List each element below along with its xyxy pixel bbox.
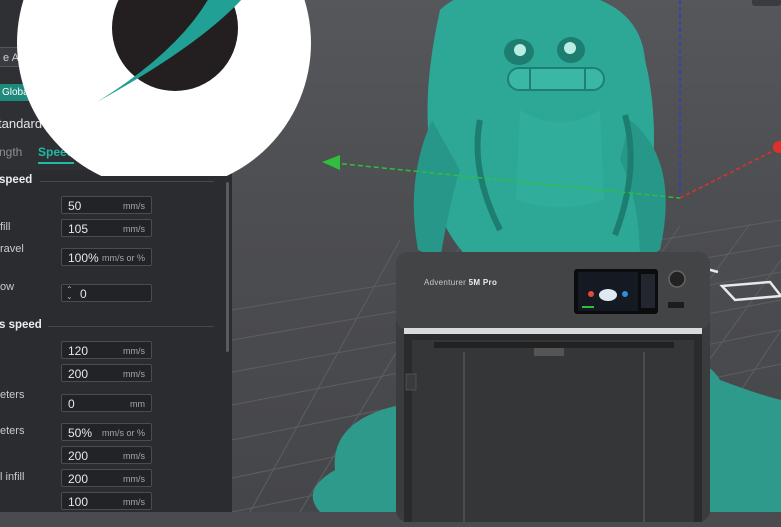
axis-arrow-icon[interactable] (322, 155, 340, 170)
field-unit: mm/s or % (101, 428, 145, 438)
speed-field-internal-solid-infill[interactable]: 200 mm/s (61, 469, 152, 487)
field-unit: mm/s (123, 224, 145, 234)
speed-field-sparse-infill[interactable]: 200 mm/s (61, 446, 152, 464)
row-label-travel: ravel (0, 243, 24, 255)
field-unit: mm/s (123, 474, 145, 484)
field-value: 0 (68, 397, 75, 411)
field-value: 0 (80, 287, 87, 301)
field-value: 200 (68, 472, 89, 486)
printer-name-prefix: Adventurer (424, 278, 467, 287)
panel-scrollbar[interactable] (226, 182, 229, 352)
speed-field-initial-travel[interactable]: 100% mm/s or % (61, 248, 152, 266)
printer-name-suffix: 5M Pro (468, 278, 498, 287)
field-value: 100 (68, 495, 89, 509)
touchscreen-icon (574, 269, 658, 314)
power-knob-icon (668, 270, 686, 288)
speed-field-outer-wall[interactable]: 120 mm/s (61, 341, 152, 359)
brand-logo-icon (15, 0, 313, 190)
field-value: 105 (68, 222, 89, 236)
speed-field-first-layer-infill[interactable]: 105 mm/s (61, 219, 152, 237)
row-label-perimeters: eters (0, 389, 25, 401)
x-axis-line (679, 147, 780, 199)
field-unit: mm/s (123, 451, 145, 461)
field-value: 120 (68, 344, 89, 358)
row-label-solid-infill: l infill (0, 471, 25, 483)
section-divider (40, 181, 214, 182)
speed-field-small-perimeters-threshold[interactable]: 0 mm (61, 394, 152, 412)
spin-arrows-icon[interactable]: ⌃ ⌄ (66, 286, 73, 301)
field-unit: mm/s or % (101, 253, 145, 263)
printer-image: Adventurer 5M Pro (394, 252, 712, 522)
row-label-infill: fill (0, 221, 11, 233)
field-unit: mm/s (123, 497, 145, 507)
section-divider (48, 326, 214, 327)
field-unit: mm/s (123, 201, 145, 211)
section-title-other-layers-speed: s speed (0, 319, 42, 331)
field-value: 200 (68, 367, 89, 381)
stepper-slow-layers[interactable]: ⌃ ⌄ 0 (61, 284, 152, 302)
field-unit: mm (130, 399, 145, 409)
row-label-slow: ow (0, 281, 15, 293)
speed-field-first-layer[interactable]: 50 mm/s (61, 196, 152, 214)
printer-model-name: Adventurer 5M Pro (424, 278, 497, 287)
speed-field-inner-wall[interactable]: 200 mm/s (61, 364, 152, 382)
field-value: 50% (68, 426, 93, 440)
speed-field-top-surface[interactable]: 100 mm/s (61, 492, 152, 510)
field-unit: mm/s (123, 369, 145, 379)
field-value: 200 (68, 449, 89, 463)
row-label-perimeters: eters (0, 425, 25, 437)
field-value: 50 (68, 199, 82, 213)
speed-field-small-perimeters[interactable]: 50% mm/s or % (61, 423, 152, 441)
viewport-toolbar-button[interactable] (752, 0, 781, 6)
field-value: 100% (68, 251, 99, 265)
field-unit: mm/s (123, 346, 145, 356)
